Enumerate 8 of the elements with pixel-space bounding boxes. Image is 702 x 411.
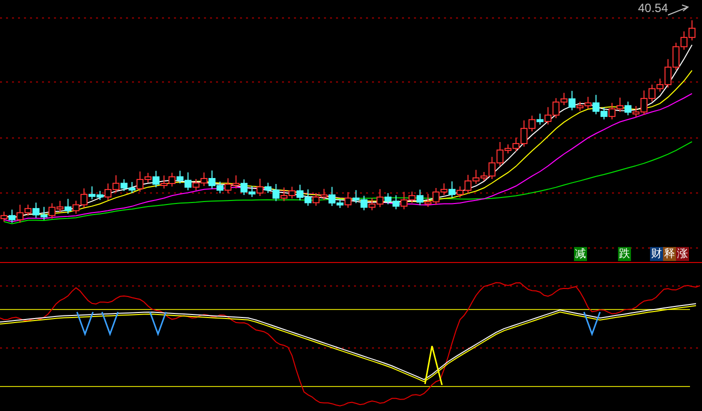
signal-tag: 跌 [618,247,631,261]
spike-mark [424,345,443,386]
leader-line [668,4,690,16]
signal-tag: 释 [663,247,676,261]
signal-tag: 减 [574,247,587,261]
price-label: 40.54 [638,1,668,15]
signal-tag: 财 [650,247,663,261]
signal-tag: 涨 [676,247,689,261]
